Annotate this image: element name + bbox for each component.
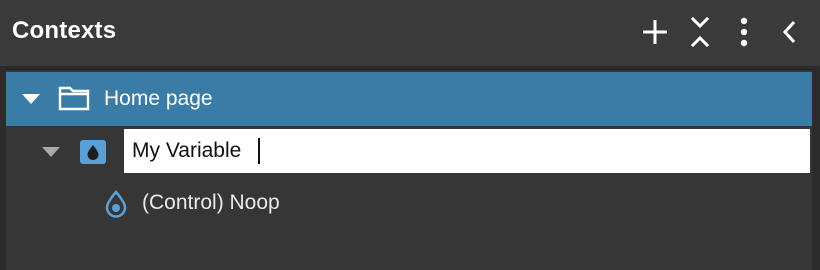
variable-drop-icon [79, 139, 107, 170]
collapse-all-icon [690, 16, 710, 48]
tree-item-control-noop[interactable]: (Control) Noop [6, 178, 812, 228]
control-drop-icon [103, 190, 129, 223]
more-options-button[interactable] [726, 14, 762, 50]
tree-item-label: Home page [104, 87, 213, 110]
collapse-panel-button[interactable] [772, 14, 808, 50]
context-tree: Home page (Control) Noop [6, 69, 812, 270]
collapse-all-button[interactable] [682, 14, 718, 50]
tree-item-home-page[interactable]: Home page [6, 72, 812, 126]
add-button[interactable] [637, 14, 673, 50]
vertical-dots-icon [740, 17, 748, 47]
variable-name-input[interactable] [124, 129, 810, 173]
folder-icon [58, 85, 90, 116]
chevron-left-icon [782, 20, 796, 44]
contexts-panel: Contexts Home page My Variable (Control)… [0, 0, 820, 270]
plus-icon [643, 20, 667, 44]
panel-title: Contexts [12, 17, 117, 44]
expand-caret-icon[interactable] [22, 94, 40, 104]
text-cursor [258, 138, 260, 164]
tree-item-variable[interactable] [6, 126, 812, 178]
expand-caret-icon[interactable] [42, 147, 60, 157]
panel-header: Contexts [0, 0, 820, 66]
tree-item-label: (Control) Noop [142, 191, 280, 214]
